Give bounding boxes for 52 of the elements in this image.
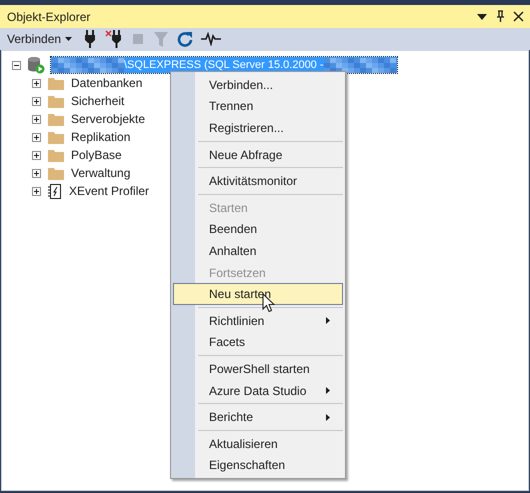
- plug-icon[interactable]: [83, 30, 98, 48]
- expand-icon[interactable]: [32, 168, 41, 178]
- expand-icon[interactable]: [32, 150, 41, 160]
- tree-item[interactable]: Replikation: [71, 130, 130, 144]
- folder-icon: [48, 76, 64, 90]
- tree-item[interactable]: Sicherheit: [71, 94, 124, 108]
- menu-item[interactable]: Registrieren...: [173, 117, 343, 139]
- close-icon[interactable]: [513, 11, 524, 22]
- menu-item[interactable]: Richtlinien: [173, 310, 343, 332]
- tree-item[interactable]: XEvent Profiler: [69, 184, 150, 198]
- server-name: \SQLEXPRESS (SQL Server 15.0.2000 -: [124, 59, 324, 71]
- expand-icon[interactable]: [32, 186, 41, 196]
- folder-icon: [48, 166, 64, 180]
- menu-item[interactable]: Azure Data Studio: [173, 380, 343, 402]
- folder-icon: [48, 112, 64, 126]
- menu-item[interactable]: PowerShell starten: [173, 358, 343, 380]
- menu-item[interactable]: Berichte: [173, 406, 343, 428]
- tree-item[interactable]: Serverobjekte: [71, 112, 146, 126]
- submenu-arrow-icon: [326, 414, 330, 421]
- tree-item[interactable]: PolyBase: [71, 148, 122, 162]
- expand-icon[interactable]: [32, 78, 41, 88]
- database-server-icon: [27, 56, 45, 74]
- menu-item[interactable]: Eigenschaften: [173, 454, 343, 476]
- activity-icon[interactable]: [201, 32, 222, 46]
- connect-dropdown-button[interactable]: Verbinden: [4, 29, 76, 49]
- folder-icon: [48, 130, 64, 144]
- submenu-arrow-icon: [326, 317, 330, 324]
- panel-title: Objekt-Explorer: [7, 10, 90, 24]
- menu-item[interactable]: Beenden: [173, 218, 343, 240]
- tree-item[interactable]: Verwaltung: [71, 166, 130, 180]
- pin-icon[interactable]: [495, 10, 505, 23]
- menu-item[interactable]: Aktualisieren: [173, 432, 343, 454]
- profiler-icon: [48, 184, 62, 198]
- menu-item[interactable]: Facets: [173, 332, 343, 354]
- submenu-arrow-icon: [326, 387, 330, 394]
- refresh-icon[interactable]: [177, 30, 194, 48]
- menu-item[interactable]: Aktivitätsmonitor: [173, 170, 343, 192]
- menu-item[interactable]: Neue Abfrage: [173, 144, 343, 166]
- tree-item[interactable]: Datenbanken: [71, 76, 142, 90]
- expand-icon[interactable]: [32, 132, 41, 142]
- menu-item[interactable]: Trennen: [173, 96, 343, 118]
- menu-item[interactable]: Anhalten: [173, 240, 343, 262]
- dropdown-icon[interactable]: [477, 14, 487, 20]
- caret-icon: [65, 37, 72, 41]
- expand-icon[interactable]: [32, 114, 41, 124]
- unplug-icon[interactable]: [105, 30, 124, 48]
- folder-icon: [48, 148, 64, 162]
- folder-icon: [48, 94, 64, 108]
- redacted-block: [52, 58, 124, 72]
- expand-icon[interactable]: [32, 96, 41, 106]
- menu-item[interactable]: Verbinden...: [173, 74, 343, 96]
- collapse-icon[interactable]: [12, 60, 21, 70]
